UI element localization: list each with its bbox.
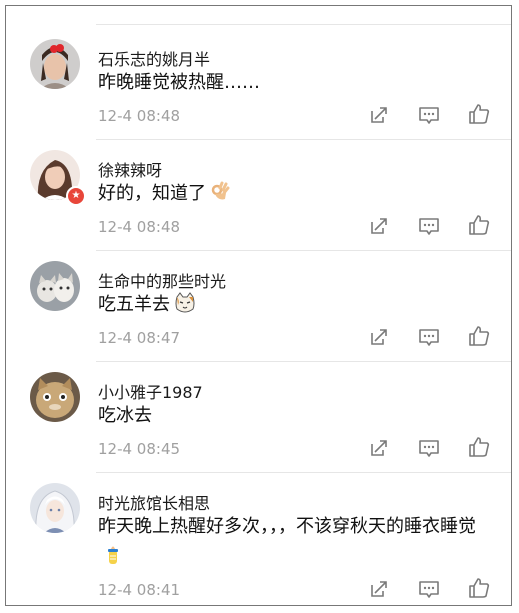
comment-text: 吃五羊去 [98, 290, 498, 324]
username[interactable]: 徐辣辣呀 [98, 157, 162, 181]
share-icon[interactable] [366, 324, 392, 350]
avatar[interactable] [30, 261, 80, 311]
timestamp: 12-4 08:47 [98, 329, 181, 347]
verified-badge-icon [66, 186, 86, 206]
avatar[interactable] [30, 39, 80, 89]
divider [96, 250, 511, 251]
share-icon[interactable] [366, 576, 392, 602]
comment-text: 吃冰去 [98, 405, 152, 426]
timestamp: 12-4 08:41 [98, 581, 181, 599]
baby-bottle-emoji-icon [102, 544, 124, 576]
timestamp: 12-4 08:45 [98, 440, 181, 458]
like-icon[interactable] [466, 212, 492, 238]
divider [96, 472, 511, 473]
divider [96, 24, 511, 25]
like-icon[interactable] [466, 101, 492, 127]
cat-face-emoji-icon [174, 292, 196, 324]
like-icon[interactable] [466, 575, 492, 601]
comment-icon[interactable] [416, 102, 442, 128]
cat-meme-avatar-icon [30, 372, 80, 422]
comment-icon[interactable] [416, 435, 442, 461]
username[interactable]: 生命中的那些时光 [98, 268, 226, 292]
like-icon[interactable] [466, 434, 492, 460]
anime-white-hair-avatar-icon [30, 483, 80, 533]
like-icon[interactable] [466, 323, 492, 349]
share-icon[interactable] [366, 435, 392, 461]
comment-icon[interactable] [416, 213, 442, 239]
share-icon[interactable] [366, 102, 392, 128]
share-icon[interactable] [366, 213, 392, 239]
girl-red-bow-avatar-icon [30, 39, 80, 89]
timestamp: 12-4 08:48 [98, 107, 181, 125]
comment-icon[interactable] [416, 576, 442, 602]
divider [96, 139, 511, 140]
avatar[interactable] [30, 483, 80, 533]
comment-text: 好的，知道了 [98, 179, 498, 213]
comment-list: 石乐志的姚月半 昨晚睡觉被热醒…… 12-4 08:48 徐辣辣呀 [5, 5, 512, 606]
username[interactable]: 时光旅馆长相思 [98, 490, 210, 514]
divider [96, 361, 511, 362]
comment-text: 昨晚睡觉被热醒…… [98, 72, 260, 93]
timestamp: 12-4 08:48 [98, 218, 181, 236]
cats-avatar-icon [30, 261, 80, 311]
comment-icon[interactable] [416, 324, 442, 350]
ok-hand-emoji-icon [210, 181, 232, 213]
avatar[interactable] [30, 372, 80, 422]
username[interactable]: 石乐志的姚月半 [98, 46, 210, 70]
comment-text: 昨天晚上热醒好多次，，，不该穿秋天的睡衣睡觉 [98, 512, 498, 576]
username[interactable]: 小小雅子1987 [98, 379, 203, 403]
